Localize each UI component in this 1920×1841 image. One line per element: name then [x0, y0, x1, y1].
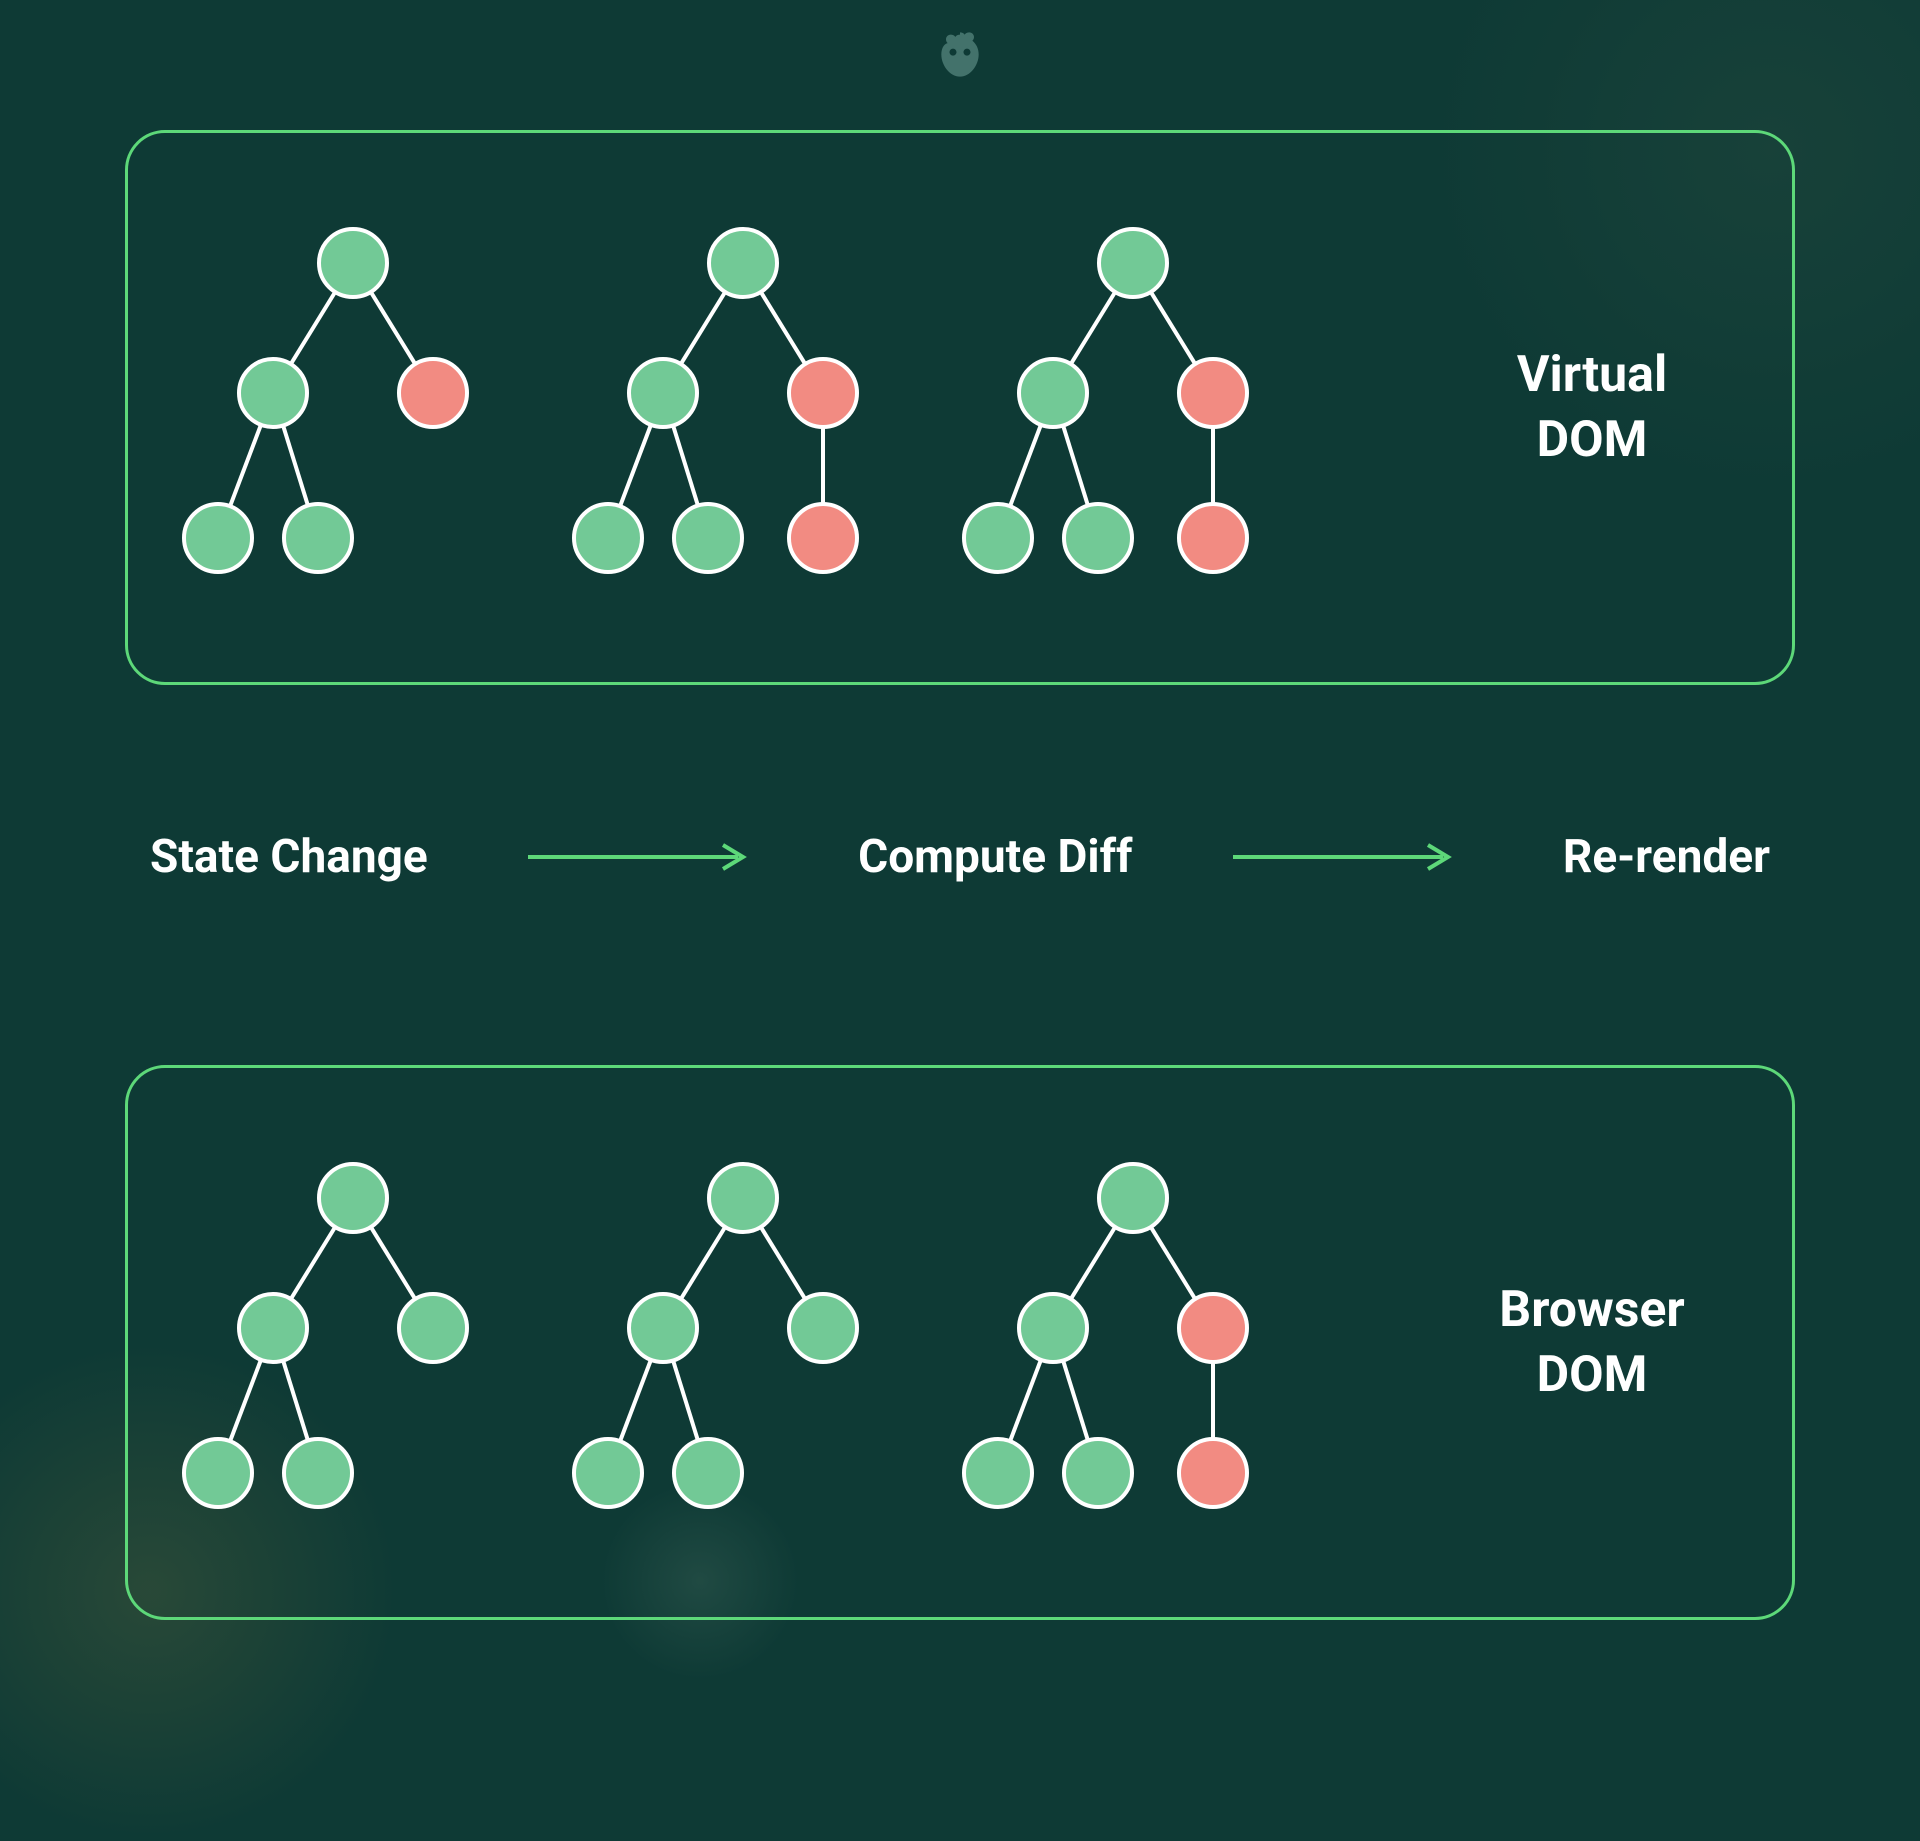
tree-node-changed — [1179, 1439, 1247, 1507]
label-line: Browser — [1462, 1278, 1722, 1343]
browser-dom-panel: Browser DOM — [125, 1065, 1795, 1620]
virtual-dom-label: Virtual DOM — [1462, 343, 1722, 473]
arrow-icon — [1233, 842, 1463, 872]
label-line: DOM — [1462, 1343, 1722, 1408]
vdom-state-3 — [958, 208, 1308, 608]
tree-node — [1019, 1294, 1087, 1362]
tree-node — [709, 1164, 777, 1232]
tree-node — [184, 504, 252, 572]
vdom-tree-3 — [958, 208, 1308, 608]
tree-node — [964, 1439, 1032, 1507]
tree-node-changed — [1179, 504, 1247, 572]
tree-node — [629, 1294, 697, 1362]
tree-node-changed — [399, 359, 467, 427]
tree-node-changed — [789, 504, 857, 572]
tree-node — [284, 1439, 352, 1507]
virtual-dom-trees — [178, 208, 1308, 608]
browser-dom-trees — [178, 1143, 1308, 1543]
step-re-render: Re-render — [1563, 830, 1770, 884]
tree-node — [964, 504, 1032, 572]
tree-node — [284, 504, 352, 572]
tree-node — [1019, 359, 1087, 427]
bdom-tree-3 — [958, 1143, 1308, 1543]
process-steps: State Change Compute Diff Re-render — [150, 830, 1770, 884]
tree-node — [319, 1164, 387, 1232]
tree-node — [674, 504, 742, 572]
tree-node — [574, 504, 642, 572]
tree-node — [1099, 1164, 1167, 1232]
beaver-logo-icon — [932, 30, 988, 96]
tree-node — [399, 1294, 467, 1362]
label-line: Virtual — [1462, 343, 1722, 408]
tree-node — [184, 1439, 252, 1507]
bdom-state-3 — [958, 1143, 1308, 1543]
vdom-state-1 — [178, 208, 528, 608]
tree-node-changed — [1179, 1294, 1247, 1362]
bdom-state-2 — [568, 1143, 918, 1543]
tree-node — [789, 1294, 857, 1362]
label-line: DOM — [1462, 408, 1722, 473]
tree-node-changed — [1179, 359, 1247, 427]
tree-node — [629, 359, 697, 427]
vdom-tree-1 — [178, 208, 528, 608]
tree-node — [574, 1439, 642, 1507]
bdom-tree-2 — [568, 1143, 918, 1543]
step-compute-diff: Compute Diff — [858, 830, 1132, 884]
tree-node — [674, 1439, 742, 1507]
step-state-change: State Change — [150, 830, 428, 884]
vdom-tree-2 — [568, 208, 918, 608]
virtual-dom-panel: Virtual DOM — [125, 130, 1795, 685]
tree-node — [239, 359, 307, 427]
tree-node — [239, 1294, 307, 1362]
tree-node — [1099, 229, 1167, 297]
browser-dom-label: Browser DOM — [1462, 1278, 1722, 1408]
tree-node — [1064, 504, 1132, 572]
tree-node — [319, 229, 387, 297]
tree-node — [1064, 1439, 1132, 1507]
bdom-tree-1 — [178, 1143, 528, 1543]
vdom-state-2 — [568, 208, 918, 608]
arrow-icon — [528, 842, 758, 872]
tree-node — [709, 229, 777, 297]
tree-node-changed — [789, 359, 857, 427]
bdom-state-1 — [178, 1143, 528, 1543]
